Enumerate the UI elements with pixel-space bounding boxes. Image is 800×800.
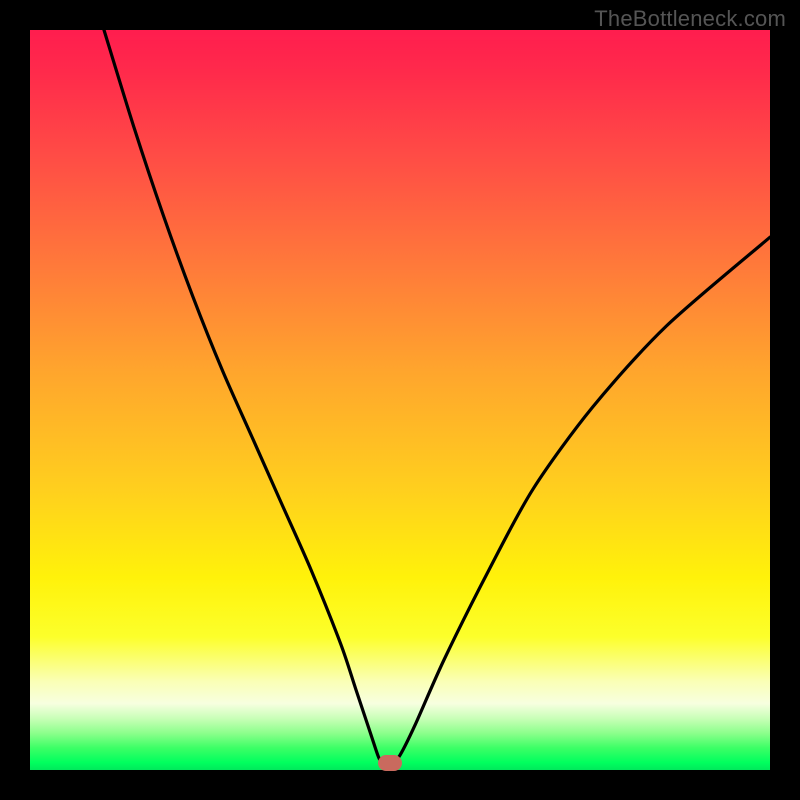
chart-gradient-background <box>30 30 770 770</box>
watermark-text: TheBottleneck.com <box>594 6 786 32</box>
bottleneck-chart: TheBottleneck.com <box>0 0 800 800</box>
